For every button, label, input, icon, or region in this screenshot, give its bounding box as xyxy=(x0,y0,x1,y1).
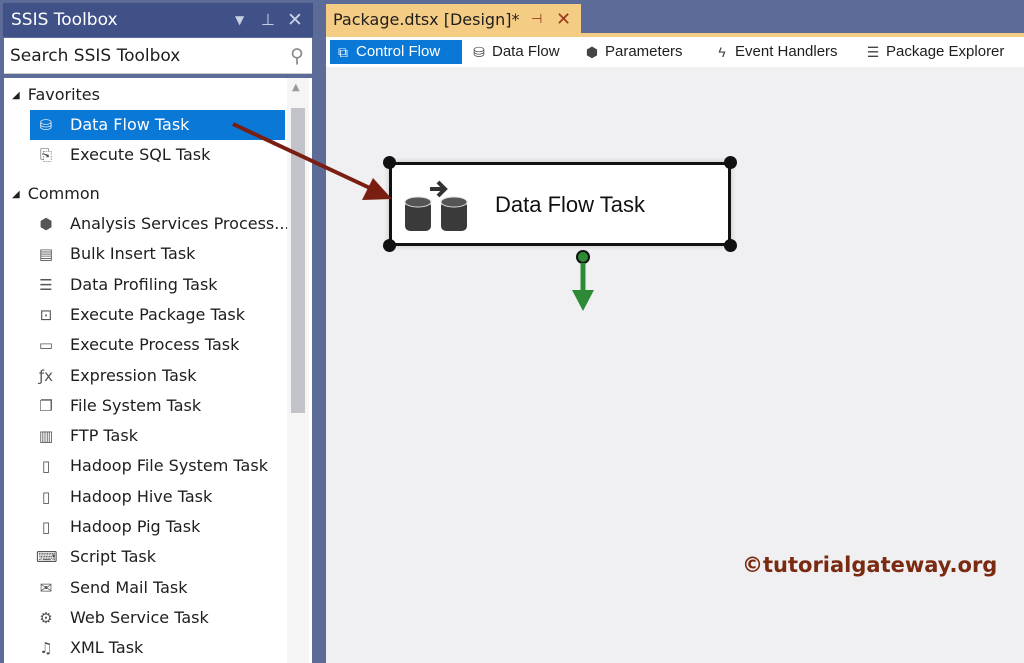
search-placeholder: Search SSIS Toolbox xyxy=(10,46,180,66)
tab-package-explorer[interactable]: ☰Package Explorer xyxy=(860,40,1004,64)
profiling-icon: ☰ xyxy=(36,275,56,295)
tab-control-flow[interactable]: ⧉Control Flow xyxy=(330,40,462,64)
toolbox-item[interactable]: ▯ Hadoop Pig Task xyxy=(30,512,285,542)
pin-icon[interactable]: ⊣ xyxy=(531,4,542,36)
resize-handle[interactable] xyxy=(724,239,737,252)
toolbox-item[interactable]: ⊡ Execute Package Task xyxy=(30,300,285,330)
toolbox-item[interactable]: ⬢Analysis Services Process... xyxy=(30,209,285,239)
search-icon[interactable]: ⚲ xyxy=(290,38,304,74)
toolbox-item[interactable]: ⚙ Web Service Task xyxy=(30,603,285,633)
package-explorer-icon: ☰ xyxy=(863,42,883,62)
xml-icon: ♫ xyxy=(36,638,56,658)
cube-icon: ⬢ xyxy=(36,214,56,234)
item-label: Expression Task xyxy=(70,366,196,385)
scrollbar-thumb[interactable] xyxy=(291,108,305,413)
files-icon: ❐ xyxy=(36,396,56,416)
close-icon[interactable]: ✕ xyxy=(556,4,571,36)
tab-label: Package Explorer xyxy=(886,43,1004,60)
ssis-toolbox-panel: SSIS Toolbox ▼ ⊥ ✕ Search SSIS Toolbox ⚲… xyxy=(0,0,314,663)
data-flow-icon: ⛁ xyxy=(469,42,489,62)
expand-icon: ◢ xyxy=(12,189,20,200)
toolbox-item[interactable]: ▯ Hadoop File System Task xyxy=(30,451,285,481)
dropdown-icon[interactable]: ▼ xyxy=(235,3,244,37)
toolbox-item[interactable]: ƒx Expression Task xyxy=(30,361,285,391)
tab-event-handlers[interactable]: ϟEvent Handlers xyxy=(709,40,838,64)
group-common[interactable]: ◢ Common xyxy=(12,179,100,209)
item-label: Execute Package Task xyxy=(70,305,245,324)
tab-label: Data Flow xyxy=(492,43,560,60)
item-label: XML Task xyxy=(70,638,143,657)
search-input[interactable]: Search SSIS Toolbox ⚲ xyxy=(4,38,312,74)
expand-icon: ◢ xyxy=(12,90,20,101)
toolbox-title: SSIS Toolbox xyxy=(11,10,118,30)
tab-label: Control Flow xyxy=(356,43,440,60)
execute-sql-icon: ⎘ xyxy=(36,145,56,165)
item-label: Data Flow Task xyxy=(70,115,189,134)
watermark: ©tutorialgateway.org xyxy=(742,553,997,577)
item-label: Analysis Services Process... xyxy=(70,214,290,233)
ftp-icon: ▥ xyxy=(36,426,56,446)
tab-parameters[interactable]: ⬢Parameters xyxy=(579,40,683,64)
toolbox-item[interactable]: ⌨ Script Task xyxy=(30,542,285,572)
parameters-icon: ⬢ xyxy=(582,42,602,62)
item-label: Web Service Task xyxy=(70,608,209,627)
tab-package-design[interactable]: Package.dtsx [Design]* ⊣ ✕ xyxy=(326,4,581,36)
event-handlers-icon: ϟ xyxy=(712,42,732,62)
control-flow-icon: ⧉ xyxy=(333,42,353,62)
item-label: Hadoop Pig Task xyxy=(70,517,200,536)
item-label: File System Task xyxy=(70,396,201,415)
data-flow-icon: ⛁ xyxy=(36,115,56,135)
item-label: Hadoop Hive Task xyxy=(70,487,212,506)
bulk-insert-icon: ▤ xyxy=(36,244,56,264)
toolbox-item[interactable]: ✉ Send Mail Task xyxy=(30,573,285,603)
hdfs-icon: ▯ xyxy=(36,456,56,476)
tab-data-flow[interactable]: ⛁Data Flow xyxy=(466,40,560,64)
mail-icon: ✉ xyxy=(36,578,56,598)
toolbox-item[interactable]: ▤ Bulk Insert Task xyxy=(30,239,285,269)
toolbox-item[interactable]: ❐ File System Task xyxy=(30,391,285,421)
toolbox-item[interactable]: ▥ FTP Task xyxy=(30,421,285,451)
data-flow-icon xyxy=(400,171,480,241)
toolbox-item[interactable]: ▯ Hadoop Hive Task xyxy=(30,482,285,512)
tab-label: Parameters xyxy=(605,43,683,60)
item-label: Data Profiling Task xyxy=(70,275,218,294)
toolbox-item[interactable]: ♫ XML Task xyxy=(30,633,285,663)
item-label: Hadoop File System Task xyxy=(70,456,268,475)
designer-tabs: ⧉Control Flow ⛁Data Flow ⬢Parameters ϟEv… xyxy=(326,37,1024,67)
item-label: Execute Process Task xyxy=(70,335,239,354)
resize-handle[interactable] xyxy=(724,156,737,169)
data-flow-task-box[interactable]: Data Flow Task xyxy=(389,162,731,246)
hive-icon: ▯ xyxy=(36,487,56,507)
item-label: Bulk Insert Task xyxy=(70,244,195,263)
tab-title: Package.dtsx [Design]* xyxy=(333,10,519,29)
scroll-up-icon[interactable]: ▲ xyxy=(292,82,300,93)
resize-handle[interactable] xyxy=(383,239,396,252)
item-label: FTP Task xyxy=(70,426,138,445)
group-favorites[interactable]: ◢ Favorites xyxy=(12,80,100,110)
item-label: Script Task xyxy=(70,547,156,566)
fx-icon: ƒx xyxy=(36,366,56,386)
process-icon: ▭ xyxy=(36,335,56,355)
pig-icon: ▯ xyxy=(36,517,56,537)
item-label: Send Mail Task xyxy=(70,578,188,597)
tab-label: Event Handlers xyxy=(735,43,838,60)
pin-icon[interactable]: ⊥ xyxy=(261,3,275,37)
web-service-icon: ⚙ xyxy=(36,608,56,628)
toolbox-item[interactable]: ☰ Data Profiling Task xyxy=(30,270,285,300)
toolbox-item[interactable]: ⛁ Data Flow Task xyxy=(30,110,285,140)
toolbox-title-bar: SSIS Toolbox ▼ ⊥ ✕ xyxy=(3,3,313,37)
resize-handle[interactable] xyxy=(383,156,396,169)
task-label: Data Flow Task xyxy=(495,192,645,218)
toolbox-item[interactable]: ▭ Execute Process Task xyxy=(30,330,285,360)
group-label: Common xyxy=(28,184,100,203)
group-label: Favorites xyxy=(28,85,100,104)
script-icon: ⌨ xyxy=(36,547,56,567)
toolbox-list: ◢ Favorites ⛁ Data Flow Task ⎘ Execute SQL T… xyxy=(4,78,312,663)
toolbox-item[interactable]: ⎘ Execute SQL Task xyxy=(30,140,285,170)
package-icon: ⊡ xyxy=(36,305,56,325)
item-label: Execute SQL Task xyxy=(70,145,210,164)
scrollbar[interactable]: ▲ xyxy=(287,78,309,663)
close-icon[interactable]: ✕ xyxy=(287,3,303,37)
